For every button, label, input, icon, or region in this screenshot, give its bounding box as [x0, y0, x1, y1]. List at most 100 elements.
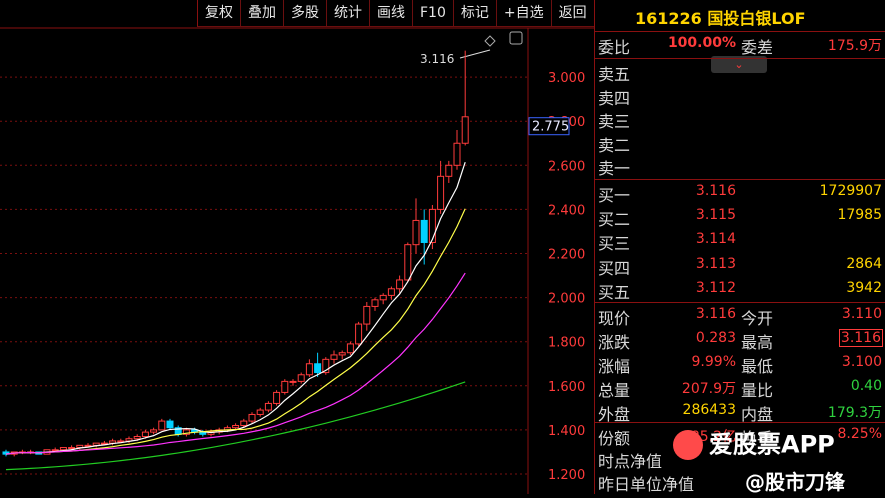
- price-tick-label: 2.400: [548, 203, 585, 218]
- candle-body: [404, 244, 412, 281]
- candle-body: [166, 420, 174, 429]
- toolbar-mark-button[interactable]: 标记: [452, 0, 496, 27]
- buy-row: 买一 3.116 1729907: [595, 182, 885, 206]
- stock-header: 161226 国投白银LOF: [595, 0, 885, 32]
- info-label: 份额: [598, 429, 631, 448]
- stat-value-2: 179.3万: [827, 405, 882, 421]
- buy-row: 买五 3.112 3942: [595, 279, 885, 303]
- sell-row: 卖一: [595, 155, 885, 179]
- candle-body: [68, 447, 76, 450]
- candle-body: [256, 409, 264, 415]
- sell-label: 卖三: [598, 112, 631, 132]
- stat-row: 涨幅 9.99% 最低 3.100: [595, 353, 885, 377]
- kline-chart[interactable]: 3.0002.8002.6002.4002.2002.0001.8001.600…: [0, 0, 594, 494]
- candle-body: [297, 374, 305, 382]
- stat-label: 总量: [598, 381, 631, 400]
- buy-label: 买三: [598, 234, 631, 254]
- kline-canvas[interactable]: 3.0002.8002.6002.4002.2002.0001.8001.600…: [0, 0, 594, 494]
- toolbar-fuquan-button[interactable]: 复权: [197, 0, 240, 27]
- candle-body: [59, 447, 67, 451]
- stat-label-2: 最高: [741, 333, 774, 352]
- toolbar-back-button[interactable]: 返回: [550, 0, 594, 27]
- candle-body: [346, 343, 354, 354]
- candle-body: [314, 363, 322, 374]
- price-tick-label: 3.000: [548, 71, 585, 86]
- price-tick-label: 1.800: [548, 336, 585, 351]
- candle-body: [355, 323, 363, 345]
- stock-name: 国投白银LOF: [707, 9, 806, 28]
- toolbar-multistock-button[interactable]: 多股: [283, 0, 326, 27]
- buy-label: 买四: [598, 258, 631, 278]
- stat-label: 涨跌: [598, 333, 631, 352]
- stat-label: 涨幅: [598, 357, 631, 376]
- candle-body: [273, 391, 281, 404]
- candle-body: [150, 429, 158, 433]
- window-toggle-icon: [509, 31, 523, 45]
- weibi-value: 100.00%: [667, 35, 736, 51]
- buy-price: 3.112: [695, 279, 736, 296]
- candle-body: [51, 449, 59, 452]
- candle-body: [453, 142, 461, 166]
- info-label: 时点净值: [598, 452, 663, 471]
- stat-value: 286433: [682, 402, 736, 418]
- watermark-app: 爱股票APP: [673, 424, 885, 470]
- toolbar-draw-button[interactable]: 画线: [369, 0, 412, 27]
- candle-body: [232, 424, 240, 429]
- candle-body: [338, 352, 346, 356]
- stat-label: 现价: [598, 309, 631, 328]
- price-tick-label: 2.600: [548, 159, 585, 174]
- toolbar-stats-button[interactable]: 统计: [326, 0, 369, 27]
- stat-label-2: 今开: [741, 309, 774, 328]
- sell-label: 卖四: [598, 88, 631, 108]
- sell-label: 卖二: [598, 135, 631, 155]
- toolbar-add-watchlist-button[interactable]: +自选: [495, 0, 551, 27]
- candle-body: [387, 288, 395, 296]
- info-label: 昨日单位净值: [598, 475, 695, 494]
- candle-body: [330, 354, 338, 360]
- candle-body: [264, 402, 272, 411]
- buy-label: 买五: [598, 282, 631, 302]
- candle-body: [305, 363, 313, 376]
- stat-value-2: 3.110: [841, 306, 882, 322]
- price-tick-label: 2.200: [548, 248, 585, 263]
- stat-label-2: 量比: [741, 381, 774, 400]
- stock-title: 161226 国投白银LOF: [635, 5, 806, 29]
- chart-toolbar: 复权 叠加 多股 统计 画线 F10 标记 +自选 返回: [197, 0, 594, 27]
- sell-row: 卖三: [595, 108, 885, 132]
- price-tick-label: 1.400: [548, 424, 585, 439]
- candle-body: [371, 299, 379, 307]
- app-logo-icon: [673, 430, 703, 460]
- sell-label: 卖五: [598, 65, 631, 84]
- buy-label: 买二: [598, 210, 631, 230]
- weicha-label: 委差: [741, 38, 774, 57]
- candle-body: [133, 436, 141, 440]
- candle-body: [158, 420, 166, 431]
- weibi-label: 委比: [598, 38, 631, 57]
- current-price-label: 2.775: [532, 120, 569, 135]
- stat-value: 9.99%: [691, 354, 736, 370]
- buy-volume: 1729907: [819, 183, 882, 199]
- candle-body: [420, 219, 428, 243]
- buy-price: 3.116: [695, 183, 736, 199]
- candle-body: [240, 420, 248, 426]
- toolbar-overlay-button[interactable]: 叠加: [240, 0, 283, 27]
- stat-row: 现价 3.116 今开 3.110: [595, 305, 885, 329]
- candle-body: [461, 116, 469, 144]
- stat-row: 涨跌 0.283 最高 3.116: [595, 329, 885, 353]
- stat-value: 207.9万: [681, 381, 736, 397]
- stat-value: 0.283: [695, 330, 736, 346]
- stat-value-2: 3.116: [838, 329, 884, 347]
- buy-price: 3.113: [695, 255, 736, 272]
- quote-panel: 161226 国投白银LOF 委比 100.00% 委差 175.9万 ⌄ 卖五…: [594, 0, 885, 494]
- price-tick-label: 1.600: [548, 380, 585, 395]
- toolbar-f10-button[interactable]: F10: [412, 0, 453, 27]
- buy-price: 3.115: [695, 207, 736, 224]
- price-tick-label: 2.000: [548, 292, 585, 307]
- buy-price: 3.114: [695, 231, 736, 248]
- candle-body: [412, 219, 420, 246]
- candle-body: [437, 175, 445, 210]
- stat-value: 3.116: [695, 306, 736, 322]
- candle-body: [379, 294, 387, 301]
- weicha-value: 175.9万: [827, 38, 882, 54]
- diamond-icon: [484, 35, 496, 47]
